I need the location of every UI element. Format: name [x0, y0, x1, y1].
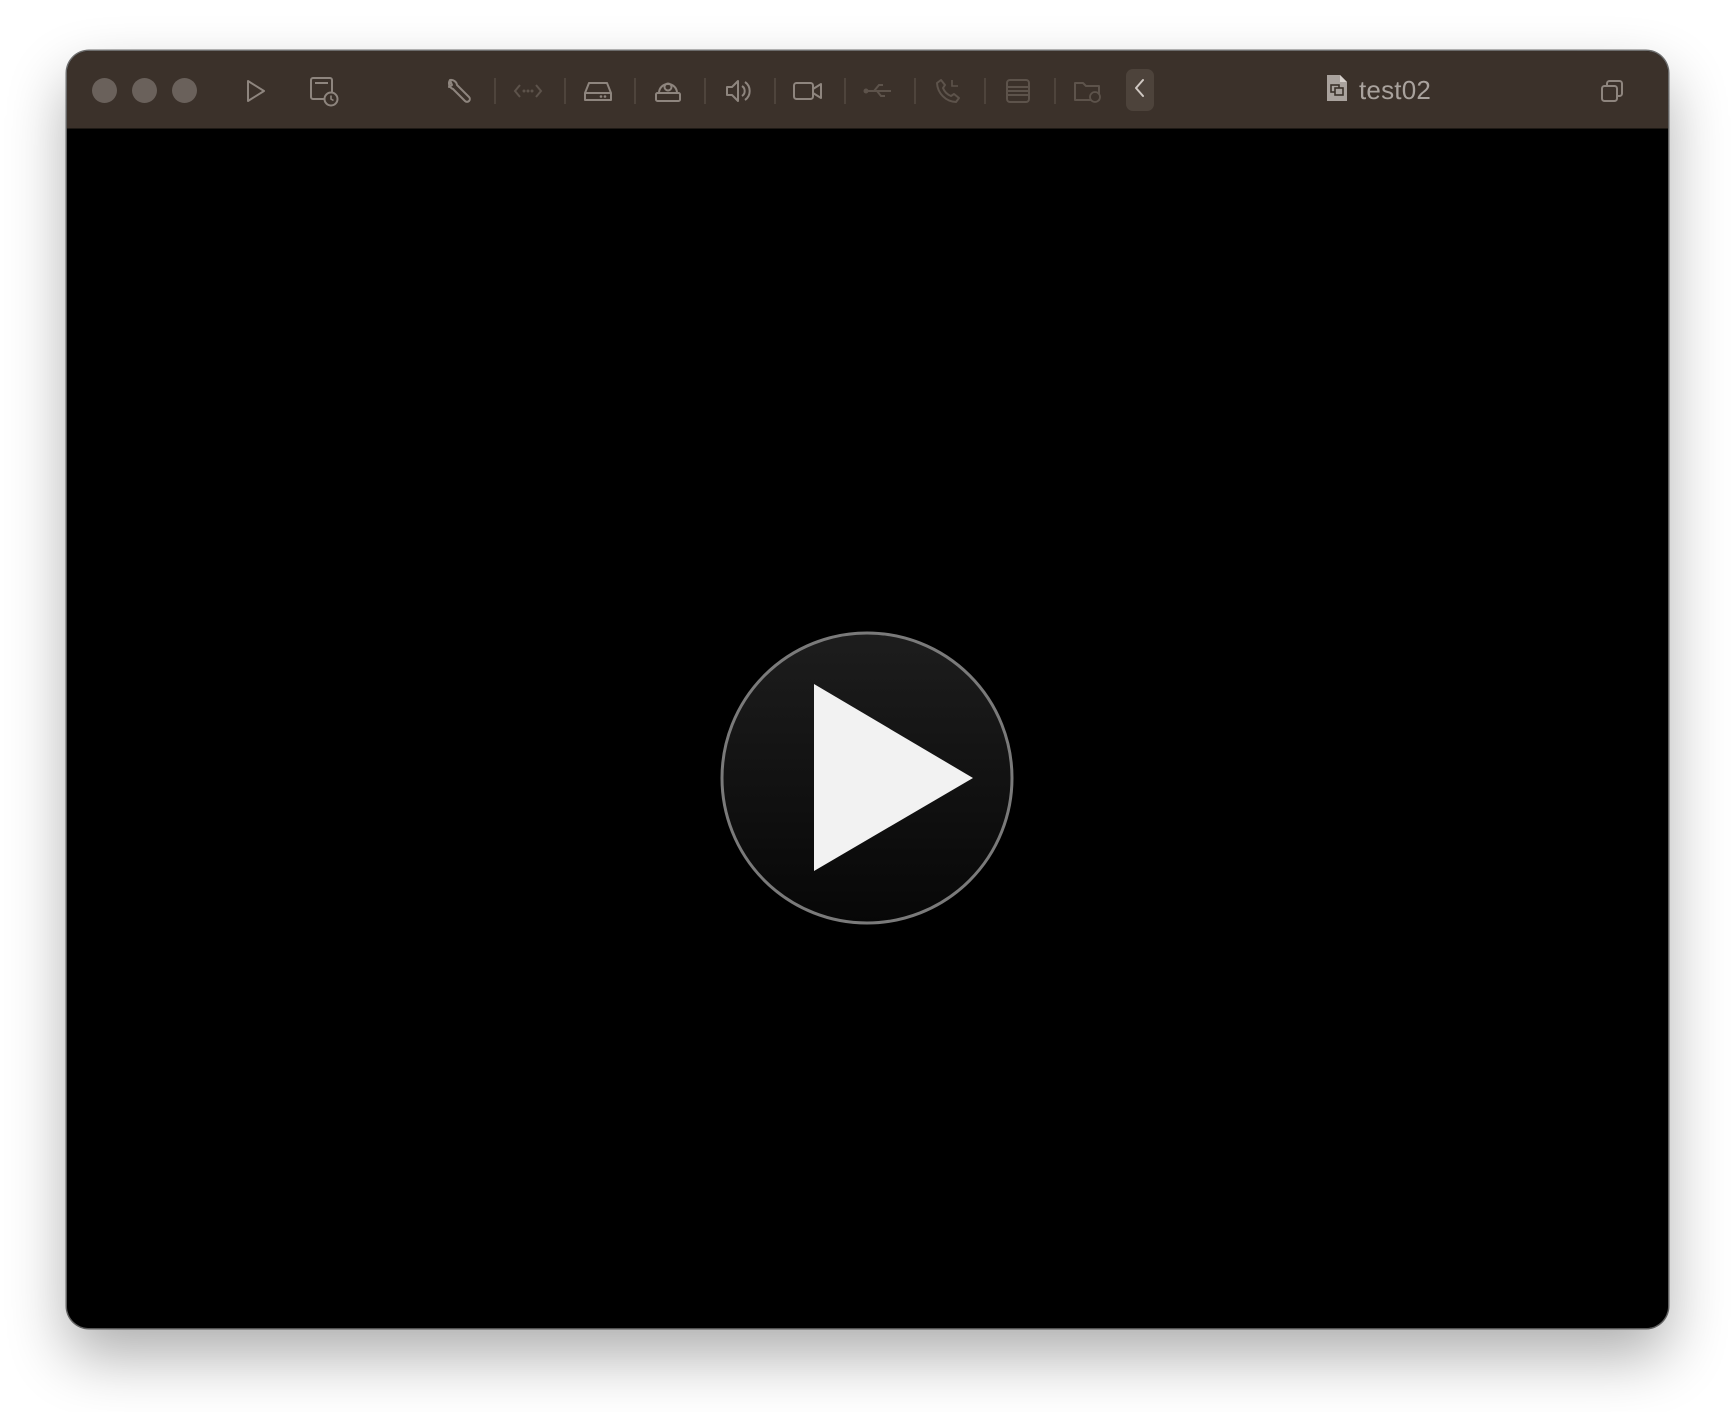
snapshot-icon[interactable]: [307, 74, 341, 108]
drive-icon[interactable]: [581, 74, 615, 108]
zoom-button[interactable]: [172, 78, 197, 103]
toolbar-separator: [634, 78, 636, 104]
toolbar-separator: [1054, 78, 1056, 104]
toolbar-separator: [704, 78, 706, 104]
toolbar-separator: [844, 78, 846, 104]
usb-icon[interactable]: [861, 74, 895, 108]
title-bar: test02: [67, 51, 1668, 129]
shared-folder-icon[interactable]: [1071, 74, 1105, 108]
window-title: test02: [1325, 72, 1431, 108]
vm-window: test02: [67, 51, 1668, 1328]
window-resize-icon[interactable]: [1595, 74, 1629, 108]
start-vm-button[interactable]: [720, 631, 1014, 925]
toolbar-separator: [774, 78, 776, 104]
toolbar-separator: [914, 78, 916, 104]
video-icon[interactable]: [791, 74, 825, 108]
wrench-icon[interactable]: [441, 74, 475, 108]
window-title-text: test02: [1359, 74, 1432, 105]
vm-document-icon: [1325, 73, 1349, 108]
network-icon[interactable]: [511, 74, 545, 108]
chevron-left-icon: [1133, 77, 1147, 104]
close-button[interactable]: [92, 78, 117, 103]
play-icon[interactable]: [238, 74, 272, 108]
vm-display[interactable]: [67, 129, 1668, 1328]
minimize-button[interactable]: [132, 78, 157, 103]
speaker-icon[interactable]: [721, 74, 755, 108]
toolbar-separator: [984, 78, 986, 104]
toolbar-separator: [494, 78, 496, 104]
play-icon: [720, 631, 1014, 925]
camera-icon[interactable]: [651, 74, 685, 108]
phone-icon[interactable]: [931, 74, 965, 108]
list-icon[interactable]: [1001, 74, 1035, 108]
collapse-toolbar-button[interactable]: [1126, 69, 1154, 111]
toolbar-separator: [564, 78, 566, 104]
